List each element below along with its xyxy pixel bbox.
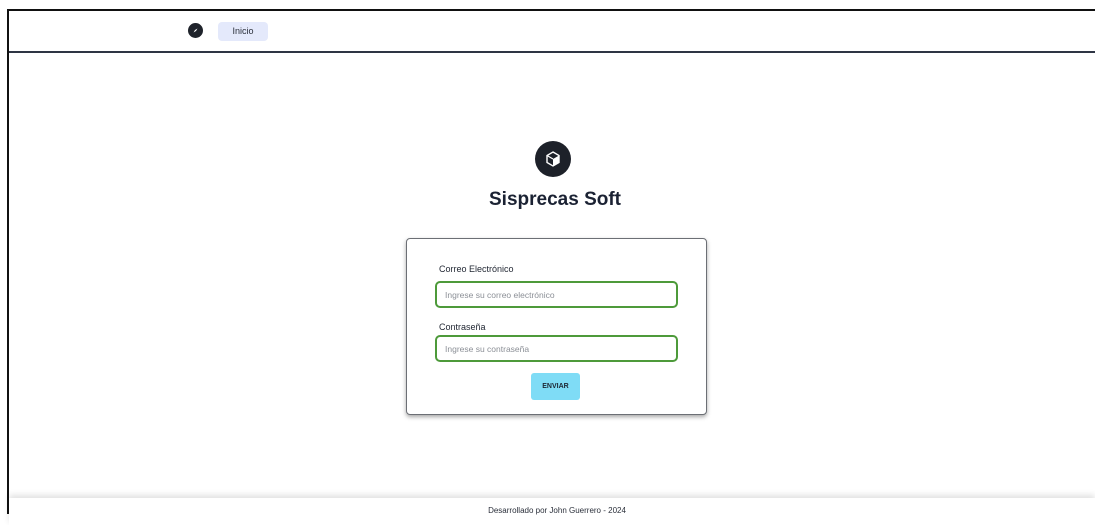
footer: Desarrollado por John Guerrero - 2024 — [9, 498, 1095, 525]
login-card: Correo Electrónico Contraseña ENVIAR — [406, 238, 707, 415]
password-label: Contraseña — [439, 322, 486, 332]
submit-button[interactable]: ENVIAR — [531, 373, 580, 400]
email-label: Correo Electrónico — [439, 264, 514, 274]
password-field[interactable] — [435, 335, 678, 362]
cube-icon — [535, 141, 571, 177]
top-navbar: Inicio — [9, 11, 1095, 53]
compass-icon[interactable] — [188, 23, 203, 38]
app-frame: Inicio Sisprecas Soft Correo Electrónico… — [7, 9, 1095, 525]
nav-home-button[interactable]: Inicio — [218, 22, 268, 41]
app-title: Sisprecas Soft — [489, 189, 621, 210]
email-field[interactable] — [435, 281, 678, 308]
